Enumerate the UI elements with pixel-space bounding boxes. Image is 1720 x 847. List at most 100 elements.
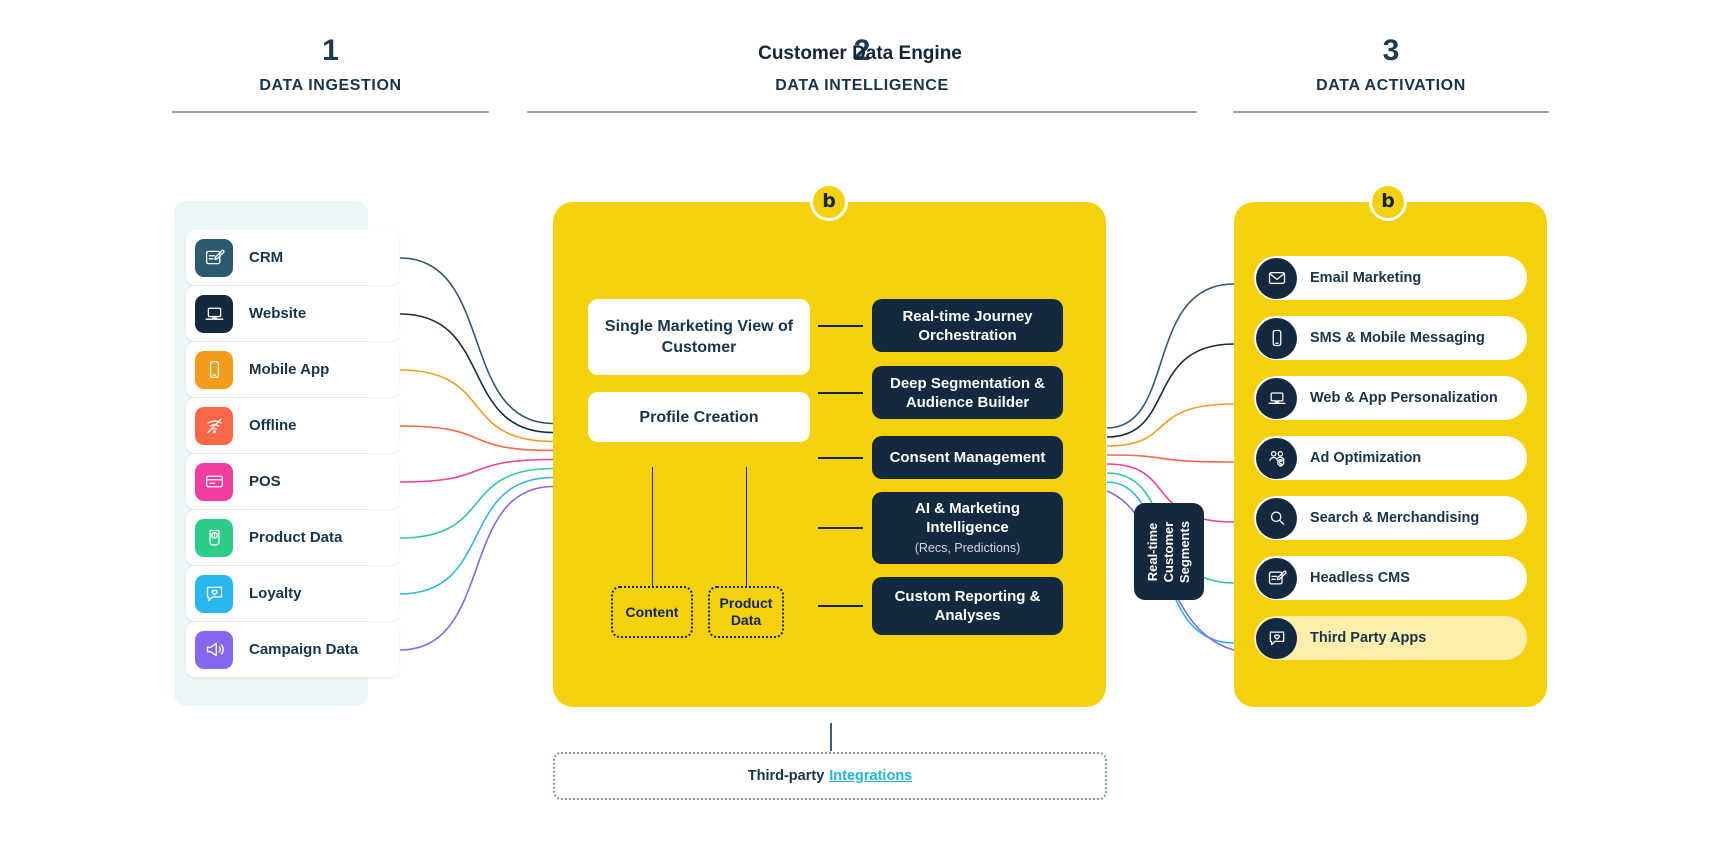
third-party-integrations-box[interactable]: Third-party Integrations xyxy=(553,752,1107,800)
segments-chip-label: Real-time Customer Segments xyxy=(1145,520,1193,582)
ingestion-source-label: Mobile App xyxy=(249,361,330,378)
ingestion-source-label: Offline xyxy=(249,417,297,434)
laptop-icon xyxy=(1256,377,1297,419)
mobile-phone-icon xyxy=(1256,317,1297,359)
segments-line-2: Customer xyxy=(1160,521,1176,582)
phase-divider xyxy=(172,111,489,113)
activation-channel-row[interactable]: Email Marketing xyxy=(1254,256,1527,300)
capability-card[interactable]: AI & Marketing Intelligence (Recs, Predic… xyxy=(872,492,1063,564)
ingestion-wire xyxy=(399,485,554,651)
activation-wire xyxy=(1106,403,1235,447)
no-signal-icon xyxy=(195,406,233,445)
ingestion-source-row[interactable]: Website xyxy=(186,286,399,341)
ingestion-source-row[interactable]: Campaign Data xyxy=(186,622,399,677)
phase-label: DATA INTELLIGENCE xyxy=(775,77,949,94)
ingestion-source-label: POS xyxy=(249,473,281,490)
realtime-customer-segments-chip: Real-time Customer Segments xyxy=(1134,503,1204,600)
activation-channel-label: Search & Merchandising xyxy=(1310,510,1480,526)
capability-connector-dash xyxy=(818,605,863,607)
footer-stem-line xyxy=(830,723,832,751)
capability-label: Real-time Journey Orchestration xyxy=(902,307,1033,344)
heart-chat-icon xyxy=(195,574,233,613)
ingestion-wire xyxy=(399,467,554,539)
card-product-data: Product Data xyxy=(708,586,784,638)
segments-line-3: Segments xyxy=(1176,520,1192,583)
activation-channel-label: Email Marketing xyxy=(1310,270,1422,286)
phase-divider xyxy=(1233,111,1549,113)
activation-channel-row[interactable]: Search & Merchandising xyxy=(1254,496,1527,540)
ingestion-wire xyxy=(399,313,554,434)
heart-chat-icon xyxy=(1256,617,1297,659)
capability-card[interactable]: Consent Management xyxy=(872,436,1063,479)
capability-connector-dash xyxy=(818,391,863,394)
laptop-icon xyxy=(195,294,233,333)
capability-label: AI & Marketing Intelligence xyxy=(914,499,1020,536)
ingestion-wire xyxy=(399,257,554,425)
ingestion-wire xyxy=(399,476,554,595)
ingestion-source-row[interactable]: POS xyxy=(186,454,399,509)
integrations-link[interactable]: Integrations xyxy=(829,768,912,784)
activation-wire xyxy=(1106,454,1235,463)
segments-line-1: Real-time xyxy=(1144,522,1160,581)
activation-channel-label: Third Party Apps xyxy=(1310,630,1427,646)
capability-sublabel: (Recs, Predictions) xyxy=(914,540,1021,555)
activation-channel-label: SMS & Mobile Messaging xyxy=(1310,330,1485,346)
activation-channel-row[interactable]: Web & App Personalization xyxy=(1254,376,1527,420)
stem-line-product-data xyxy=(746,467,747,586)
phase-label: DATA ACTIVATION xyxy=(1316,77,1466,94)
card-single-marketing-view: Single Marketing View of Customer xyxy=(588,299,810,375)
ingestion-source-label: Loyalty xyxy=(249,585,302,602)
megaphone-icon xyxy=(195,630,233,669)
ingestion-source-list: CRM Website Mobile App Offline POS Product Da… xyxy=(186,230,399,678)
ingestion-source-row[interactable]: Product Data xyxy=(186,510,399,565)
ingestion-wire xyxy=(399,458,554,483)
envelope-icon xyxy=(1256,257,1297,299)
activation-channel-label: Ad Optimization xyxy=(1310,450,1422,466)
diagram-canvas: 1 DATA INGESTION 2 DATA INTELLIGENCE 3 D… xyxy=(0,0,1720,847)
ingestion-wire xyxy=(399,425,554,452)
capability-connector-dash xyxy=(818,324,863,327)
ingestion-source-label: CRM xyxy=(249,249,284,266)
capability-connector-dash xyxy=(818,527,863,529)
activation-channel-label: Headless CMS xyxy=(1310,570,1410,586)
brand-logo-badge-right: b xyxy=(1369,183,1407,221)
activation-channel-row[interactable]: Third Party Apps xyxy=(1254,616,1527,660)
card-terminal-icon xyxy=(195,462,233,501)
activation-channel-label: Web & App Personalization xyxy=(1310,390,1498,406)
card-content: Content xyxy=(611,586,693,638)
ingestion-wire xyxy=(399,369,554,443)
engine-title: Customer Data Engine xyxy=(758,43,962,64)
product-info-icon xyxy=(195,518,233,557)
capability-label: Consent Management xyxy=(889,449,1046,466)
magnifier-icon xyxy=(1256,497,1297,539)
activation-wire xyxy=(1106,283,1235,429)
ingestion-source-label: Website xyxy=(249,305,307,322)
ingestion-source-row[interactable]: Mobile App xyxy=(186,342,399,397)
activation-channel-list: Email Marketing SMS & Mobile Messaging Web… xyxy=(1254,256,1527,676)
ingestion-source-row[interactable]: Offline xyxy=(186,398,399,453)
capability-card[interactable]: Custom Reporting & Analyses xyxy=(872,577,1063,635)
brand-logo-badge-center: b xyxy=(810,183,848,221)
ingestion-source-label: Campaign Data xyxy=(249,641,359,658)
capability-label: Deep Segmentation & Audience Builder xyxy=(889,374,1046,411)
card-profile-creation: Profile Creation xyxy=(588,392,810,442)
ingestion-source-row[interactable]: Loyalty xyxy=(186,566,399,621)
capability-card[interactable]: Real-time Journey Orchestration xyxy=(872,299,1063,352)
activation-channel-row[interactable]: Ad Optimization xyxy=(1254,436,1527,480)
brand-logo-icon: b xyxy=(1381,189,1395,212)
phase-label: DATA INGESTION xyxy=(259,77,402,94)
activation-channel-row[interactable]: Headless CMS xyxy=(1254,556,1527,600)
mobile-phone-icon xyxy=(195,350,233,389)
capability-connector-dash xyxy=(818,456,863,459)
activation-wire xyxy=(1106,343,1235,438)
crm-edit-icon xyxy=(1256,557,1297,599)
capability-card[interactable]: Deep Segmentation & Audience Builder xyxy=(872,366,1063,419)
audience-money-icon xyxy=(1256,437,1297,479)
crm-edit-icon xyxy=(195,238,233,277)
brand-logo-icon: b xyxy=(822,189,836,212)
activation-channel-row[interactable]: SMS & Mobile Messaging xyxy=(1254,316,1527,360)
ingestion-source-row[interactable]: CRM xyxy=(186,230,399,285)
phase-divider xyxy=(527,111,1197,113)
capability-label: Custom Reporting & Analyses xyxy=(894,588,1041,624)
ingestion-source-label: Product Data xyxy=(249,529,343,546)
